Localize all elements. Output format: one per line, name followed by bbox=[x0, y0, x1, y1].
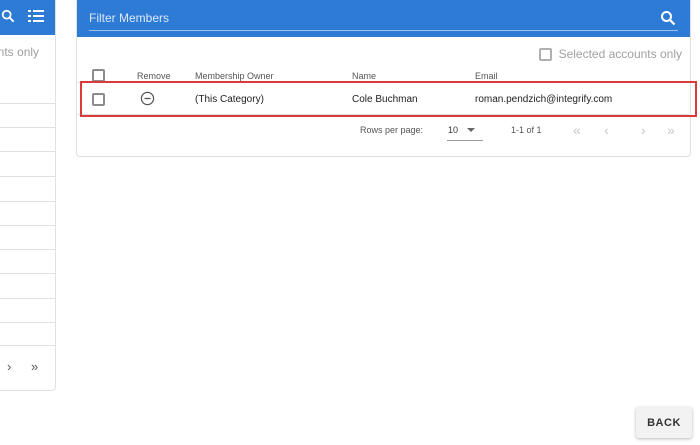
left-list-divider bbox=[0, 151, 55, 152]
left-list-divider bbox=[0, 345, 55, 346]
search-icon[interactable] bbox=[1, 9, 15, 28]
left-list-divider bbox=[0, 127, 55, 128]
left-list-divider bbox=[0, 322, 55, 323]
column-header-membership-owner[interactable]: Membership Owner bbox=[195, 71, 274, 81]
list-icon[interactable] bbox=[28, 9, 44, 28]
left-list-divider bbox=[0, 225, 55, 226]
selected-accounts-only-toggle[interactable]: Selected accounts only bbox=[538, 47, 682, 61]
filter-underline bbox=[89, 30, 678, 31]
column-header-name[interactable]: Name bbox=[352, 71, 376, 81]
last-page-button[interactable]: » bbox=[667, 122, 675, 138]
left-panel: unts only › » bbox=[0, 0, 56, 391]
rows-per-page-underline bbox=[447, 140, 483, 141]
first-page-button[interactable]: « bbox=[573, 122, 581, 138]
selected-accounts-checkbox[interactable] bbox=[538, 47, 552, 61]
left-panel-header bbox=[0, 0, 55, 35]
search-icon[interactable] bbox=[660, 10, 676, 26]
left-last-page-button[interactable]: » bbox=[31, 359, 38, 374]
members-card: Filter Members Selected accounts only Re… bbox=[76, 0, 697, 157]
left-list-divider bbox=[0, 103, 55, 104]
chevron-down-icon[interactable] bbox=[467, 128, 475, 132]
column-header-remove: Remove bbox=[137, 71, 171, 81]
left-list-divider bbox=[0, 298, 55, 299]
left-list-divider bbox=[0, 176, 55, 177]
filter-members-input[interactable]: Filter Members bbox=[89, 11, 169, 25]
filter-header: Filter Members bbox=[77, 0, 690, 37]
row-highlight-box bbox=[80, 81, 697, 117]
rows-per-page-select[interactable]: 10 bbox=[448, 125, 458, 135]
left-next-page-button[interactable]: › bbox=[7, 359, 11, 374]
left-list-divider bbox=[0, 249, 55, 250]
left-accounts-only-label: unts only bbox=[0, 45, 40, 59]
column-header-email[interactable]: Email bbox=[475, 71, 498, 81]
left-list-divider bbox=[0, 201, 55, 202]
back-button[interactable]: BACK bbox=[636, 407, 692, 438]
prev-page-button[interactable]: ‹ bbox=[604, 122, 609, 138]
left-list-divider bbox=[0, 273, 55, 274]
rows-per-page-label: Rows per page: bbox=[360, 125, 424, 135]
pagination-range: 1-1 of 1 bbox=[511, 125, 542, 135]
next-page-button[interactable]: › bbox=[641, 122, 646, 138]
selected-accounts-label: Selected accounts only bbox=[558, 47, 682, 61]
